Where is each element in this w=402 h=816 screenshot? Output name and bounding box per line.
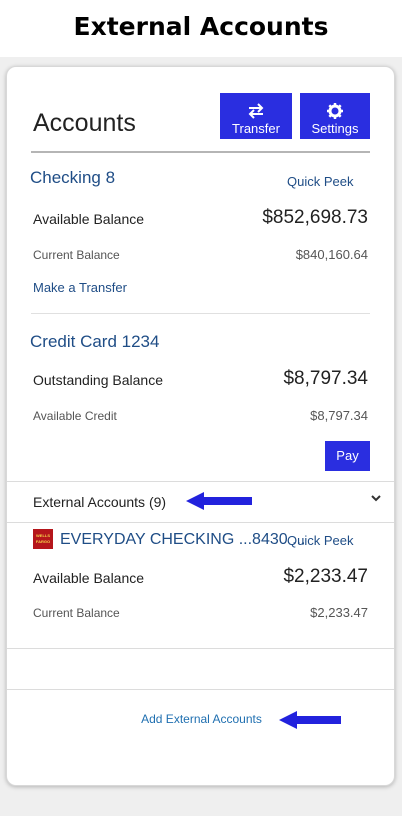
checking-current-value: $840,160.64 xyxy=(295,247,368,262)
make-transfer-link[interactable]: Make a Transfer xyxy=(33,280,127,295)
settings-label: Settings xyxy=(311,120,359,136)
checking-account-name[interactable]: Checking 8 xyxy=(30,168,115,188)
page-title: External Accounts xyxy=(73,12,329,41)
wells-fargo-logo: WELLS FARGO xyxy=(33,529,53,549)
credit-available-value: $8,797.34 xyxy=(310,408,368,423)
checking-quick-peek-link[interactable]: Quick Peek xyxy=(287,174,353,189)
external-quick-peek-link[interactable]: Quick Peek xyxy=(287,533,353,548)
chevron-down-icon[interactable] xyxy=(369,491,383,505)
transfer-label: Transfer xyxy=(232,120,280,136)
credit-available-label: Available Credit xyxy=(33,409,117,423)
transfer-button[interactable]: Transfer xyxy=(220,93,292,139)
section-divider xyxy=(7,522,394,523)
external-current-label: Current Balance xyxy=(33,606,120,620)
external-account-name[interactable]: EVERYDAY CHECKING ...8430 ... xyxy=(60,531,305,549)
pay-button[interactable]: Pay xyxy=(325,441,370,471)
external-available-label: Available Balance xyxy=(33,570,145,586)
settings-button[interactable]: Settings xyxy=(300,93,370,139)
credit-outstanding-label: Outstanding Balance xyxy=(33,372,163,388)
checking-available-label: Available Balance xyxy=(33,211,145,227)
accounts-card: Accounts Transfer Settings Checking 8 Qu… xyxy=(6,66,395,786)
logo-text: WELLS FARGO xyxy=(35,533,51,544)
external-available-value: $2,233.47 xyxy=(283,566,368,587)
section-divider xyxy=(7,689,394,690)
checking-current-label: Current Balance xyxy=(33,248,120,262)
add-external-accounts-label: Add External Accounts xyxy=(141,712,262,726)
external-accounts-header[interactable]: External Accounts (9) xyxy=(33,494,166,510)
left-arrow-icon xyxy=(186,492,252,510)
left-arrow-icon xyxy=(279,711,341,729)
section-divider xyxy=(31,313,370,314)
section-divider xyxy=(7,648,394,649)
accounts-title: Accounts xyxy=(33,109,136,137)
external-current-value: $2,233.47 xyxy=(310,605,368,620)
credit-account-name[interactable]: Credit Card 1234 xyxy=(30,332,159,352)
section-divider xyxy=(7,481,394,482)
transfer-icon xyxy=(248,102,264,119)
checking-available-value: $852,698.73 xyxy=(262,207,368,228)
gear-icon xyxy=(327,102,343,119)
header-divider xyxy=(31,151,370,153)
credit-outstanding-value: $8,797.34 xyxy=(283,368,368,389)
